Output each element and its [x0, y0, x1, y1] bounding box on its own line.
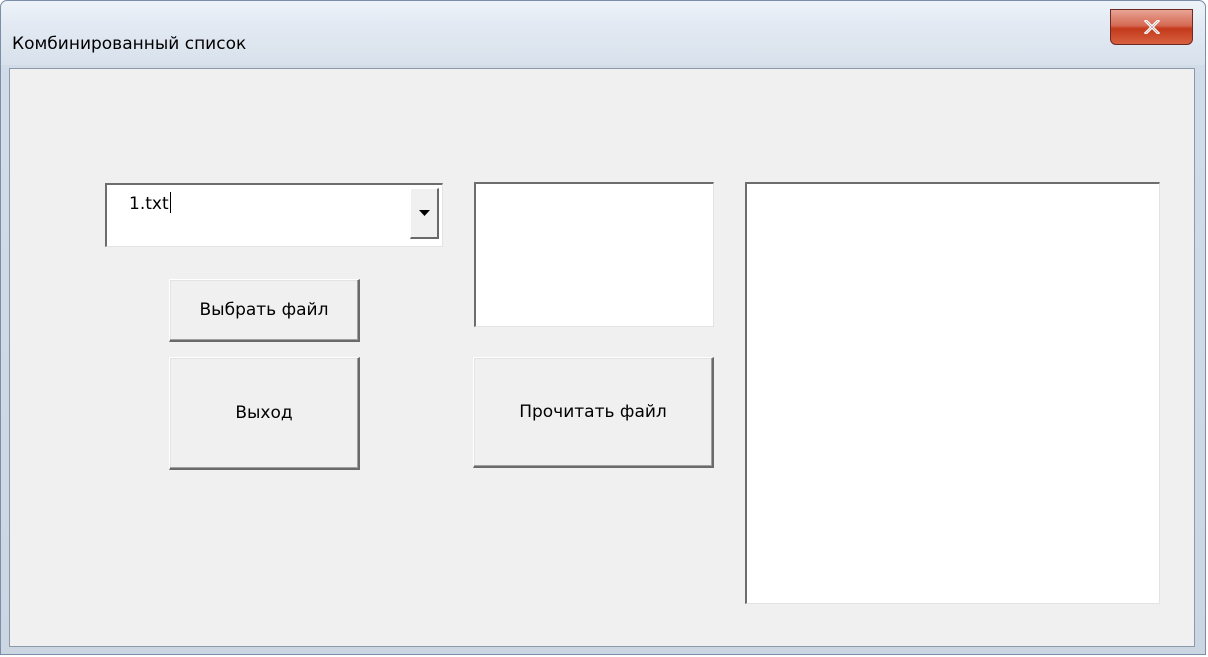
read-file-button[interactable]: Прочитать файл [473, 357, 714, 468]
app-window: Комбинированный список 1.txt Выбрать фай… [0, 0, 1206, 655]
large-text-box[interactable] [745, 182, 1160, 604]
small-text-box[interactable] [474, 182, 714, 327]
select-file-button[interactable]: Выбрать файл [169, 279, 360, 342]
close-x-icon [1143, 20, 1160, 34]
combo-value[interactable]: 1.txt [129, 192, 171, 214]
text-caret [169, 192, 171, 213]
file-combo-box[interactable]: 1.txt [105, 183, 443, 247]
client-area: 1.txt Выбрать файл Выход Прочитать файл [9, 68, 1195, 647]
window-title: Комбинированный список [12, 34, 247, 54]
close-button[interactable] [1110, 9, 1193, 45]
title-bar[interactable]: Комбинированный список [1, 1, 1205, 65]
combo-dropdown-button[interactable] [410, 188, 439, 239]
exit-button[interactable]: Выход [169, 357, 360, 470]
dropdown-arrow-icon [418, 209, 430, 216]
